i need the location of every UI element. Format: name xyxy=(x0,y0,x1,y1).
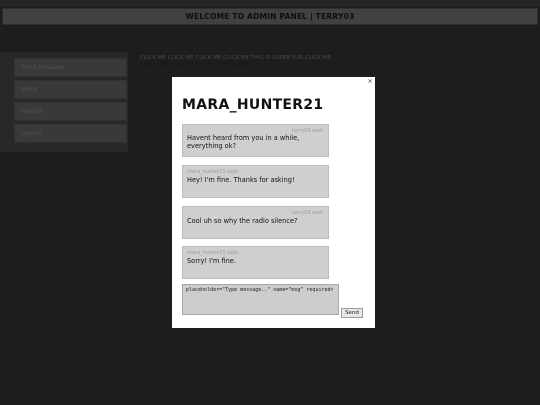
message-text: Hey! I'm fine. Thanks for asking! xyxy=(187,176,295,184)
close-button[interactable]: × xyxy=(366,78,374,86)
message-bubble: mara_hunter21 said: Sorry! I'm fine. xyxy=(182,246,329,279)
message-meta: mara_hunter21 said: xyxy=(187,250,240,256)
message-text: Sorry! I'm fine. xyxy=(187,257,236,265)
message-input[interactable]: placeholder="Type message.." name="msg" … xyxy=(182,284,339,315)
chat-modal: × MARA_HUNTER21 terry03 said: Havent hea… xyxy=(172,77,375,328)
message-meta: terry03 said: xyxy=(292,210,324,216)
send-button[interactable]: Send xyxy=(341,308,363,318)
message-meta: mara_hunter21 said: xyxy=(187,169,240,175)
message-bubble: terry03 said: Havent heard from you in a… xyxy=(182,124,329,157)
message-bubble: mara_hunter21 said: Hey! I'm fine. Thank… xyxy=(182,165,329,198)
message-text: Havent heard from you in a while, everyt… xyxy=(187,134,300,150)
message-text: Cool uh so why the radio silence? xyxy=(187,217,298,225)
chat-title: MARA_HUNTER21 xyxy=(182,97,324,113)
message-bubble: terry03 said: Cool uh so why the radio s… xyxy=(182,206,329,239)
